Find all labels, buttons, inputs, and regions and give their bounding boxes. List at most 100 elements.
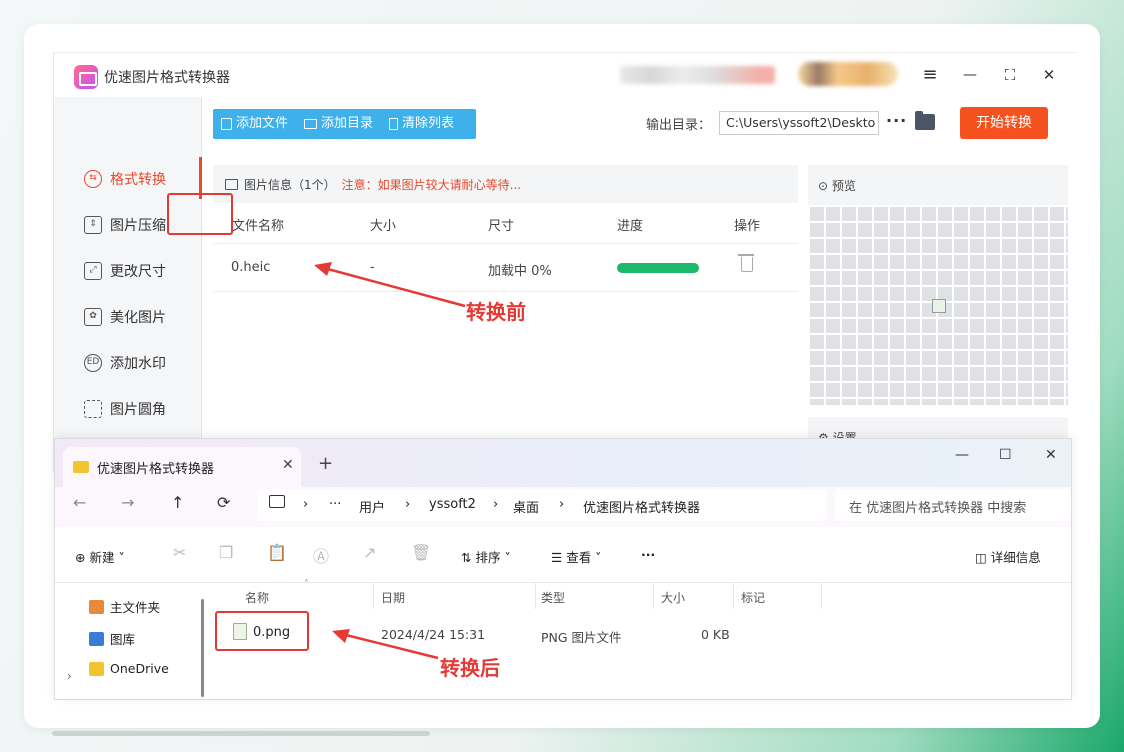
column-separator[interactable] (821, 583, 822, 609)
clear-list-label: 清除列表 (402, 116, 455, 131)
open-folder-icon[interactable] (915, 111, 935, 130)
forward-icon[interactable]: → (121, 493, 134, 512)
blurred-avatar (798, 62, 898, 86)
minimize-icon[interactable]: — (958, 63, 982, 87)
sidebar-item-round-corner[interactable]: 图片圆角 (84, 395, 194, 423)
explorer-nav-bar: ← → ↑ ⟳ › ··· 用户 › yssoft2 › 桌面 › 优速图片格式… (55, 487, 1071, 527)
output-dir-input[interactable]: C:\Users\yssoft2\Deskto (719, 111, 879, 135)
maximize-icon[interactable]: ⛶ (998, 63, 1022, 87)
file-explorer-window: 优速图片格式转换器 ✕ + — ☐ ✕ ← → ↑ ⟳ › ··· 用户 › y… (54, 438, 1072, 700)
highlight-box-before (167, 193, 233, 235)
column-header-type[interactable]: 类型 (541, 589, 565, 606)
column-separator[interactable] (733, 583, 734, 609)
share-icon[interactable]: ↗ (363, 543, 376, 562)
sort-caret-icon: ˄ (304, 579, 309, 590)
breadcrumb-item[interactable]: yssoft2 (429, 497, 476, 512)
explorer-nav-pane: 主文件夹 图库 › OneDrive (55, 583, 205, 699)
column-header-size: 大小 (370, 219, 397, 234)
app-logo-icon (74, 65, 98, 89)
details-label: 详细信息 (990, 550, 1041, 565)
add-file-button[interactable]: 添加文件 (213, 109, 296, 139)
beautify-icon: ✿ (84, 308, 102, 326)
column-separator[interactable] (373, 583, 374, 609)
breadcrumb-more[interactable]: ··· (329, 497, 341, 512)
column-header-size[interactable]: 大小 (661, 589, 685, 606)
sidebar-item-beautify[interactable]: ✿ 美化图片 (84, 303, 194, 331)
breadcrumb-item[interactable]: 优速图片格式转换器 (583, 497, 700, 516)
sort-button[interactable]: ⇅ 排序 ˅ (461, 547, 511, 566)
maximize-icon[interactable]: ☐ (999, 447, 1012, 463)
nav-item-home[interactable]: 主文件夹 (89, 597, 160, 616)
sidebar-item-format-convert[interactable]: ⇆ 格式转换 (84, 165, 194, 193)
file-toolbar: 添加文件 添加目录 清除列表 (213, 109, 476, 139)
table-divider (213, 243, 798, 244)
clear-list-button[interactable]: 清除列表 (381, 109, 462, 139)
computer-icon (269, 495, 285, 508)
address-bar[interactable]: › ··· 用户 › yssoft2 › 桌面 › 优速图片格式转换器 (257, 489, 827, 521)
explorer-tab[interactable]: 优速图片格式转换器 ✕ (63, 447, 301, 487)
sidebar-item-watermark[interactable]: ED 添加水印 (84, 349, 194, 377)
file-size: 0 KB (701, 627, 730, 642)
explorer-tab-title: 优速图片格式转换器 (97, 461, 215, 477)
resize-icon: ⤢ (84, 262, 102, 280)
column-separator[interactable] (653, 583, 654, 609)
app-title: 优速图片格式转换器 (104, 70, 230, 86)
view-button[interactable]: ☰ 查看 ˅ (551, 547, 601, 566)
watermark-icon: ED (84, 354, 102, 372)
preview-panel: ⊙ 预览 (808, 165, 1068, 405)
table-cell-dimensions: 加载中 0% (488, 264, 552, 279)
format-convert-icon: ⇆ (84, 170, 102, 188)
explorer-titlebar: 优速图片格式转换器 ✕ + — ☐ ✕ (55, 439, 1071, 487)
delete-row-icon[interactable] (738, 254, 754, 272)
column-header-name[interactable]: 名称 (245, 589, 269, 606)
cut-icon[interactable]: ✂ (173, 543, 186, 562)
arrow-before (314, 262, 466, 308)
search-input[interactable]: 在 优速图片格式转换器 中搜索 (835, 489, 1071, 521)
nav-pane-scrollbar[interactable] (201, 599, 204, 697)
breadcrumb-item[interactable]: 桌面 (513, 497, 539, 516)
horizontal-scrollbar[interactable] (52, 731, 430, 736)
nav-item-label: OneDrive (110, 661, 169, 676)
rename-icon[interactable]: Ⓐ (313, 543, 329, 567)
sidebar-item-label: 格式转换 (110, 172, 166, 188)
preview-title-text: 预览 (831, 179, 856, 193)
column-separator[interactable] (535, 583, 536, 609)
minimize-icon[interactable]: — (955, 447, 969, 463)
explorer-command-bar: ⊕ 新建 ˅ ✂ ❐ 📋 Ⓐ ↗ 🗑 ⇅ 排序 ˅ ☰ 查看 ˅ ··· ◫ 详… (55, 527, 1071, 583)
new-tab-icon[interactable]: + (318, 453, 333, 474)
column-header-date[interactable]: 日期 (381, 589, 405, 606)
sort-label: 排序 (475, 550, 501, 565)
start-convert-button[interactable]: 开始转换 (960, 107, 1048, 139)
add-directory-button[interactable]: 添加目录 (296, 109, 381, 139)
breadcrumb-separator: › (559, 497, 565, 512)
refresh-icon[interactable]: ⟳ (217, 493, 230, 512)
annotation-after: 转换后 (440, 656, 500, 680)
delete-icon[interactable]: 🗑 (411, 543, 431, 562)
sidebar-item-label: 图片圆角 (110, 402, 166, 418)
close-icon[interactable]: ✕ (1037, 63, 1061, 87)
expand-chevron-icon[interactable]: › (67, 669, 72, 683)
sidebar-item-label: 更改尺寸 (110, 264, 166, 280)
breadcrumb-item[interactable]: 用户 (359, 497, 385, 516)
app-sidebar: ⇆ 格式转换 ⇕ 图片压缩 ⤢ 更改尺寸 ✿ 美化图片 ED 添加水印 图片圆角 (54, 97, 202, 473)
close-icon[interactable]: ✕ (1045, 447, 1057, 463)
more-options-icon[interactable]: ··· (886, 111, 907, 130)
new-label: 新建 (89, 550, 115, 565)
new-button[interactable]: ⊕ 新建 ˅ (75, 547, 125, 566)
copy-icon[interactable]: ❐ (219, 543, 233, 562)
preview-title: ⊙ 预览 (818, 179, 856, 193)
paste-icon[interactable]: 📋 (267, 543, 287, 562)
sidebar-item-resize[interactable]: ⤢ 更改尺寸 (84, 257, 194, 285)
column-header-tags[interactable]: 标记 (741, 589, 765, 606)
tab-close-icon[interactable]: ✕ (282, 457, 294, 473)
nav-item-onedrive[interactable]: OneDrive (89, 661, 169, 676)
progress-bar (617, 263, 699, 273)
back-icon[interactable]: ← (73, 493, 86, 512)
more-icon[interactable]: ··· (641, 547, 655, 562)
folder-icon (304, 119, 318, 129)
menu-icon[interactable]: ≡ (918, 63, 942, 87)
details-button[interactable]: ◫ 详细信息 (975, 547, 1041, 566)
up-icon[interactable]: ↑ (171, 493, 184, 512)
nav-item-gallery[interactable]: 图库 (89, 629, 135, 648)
gallery-icon (89, 631, 104, 646)
